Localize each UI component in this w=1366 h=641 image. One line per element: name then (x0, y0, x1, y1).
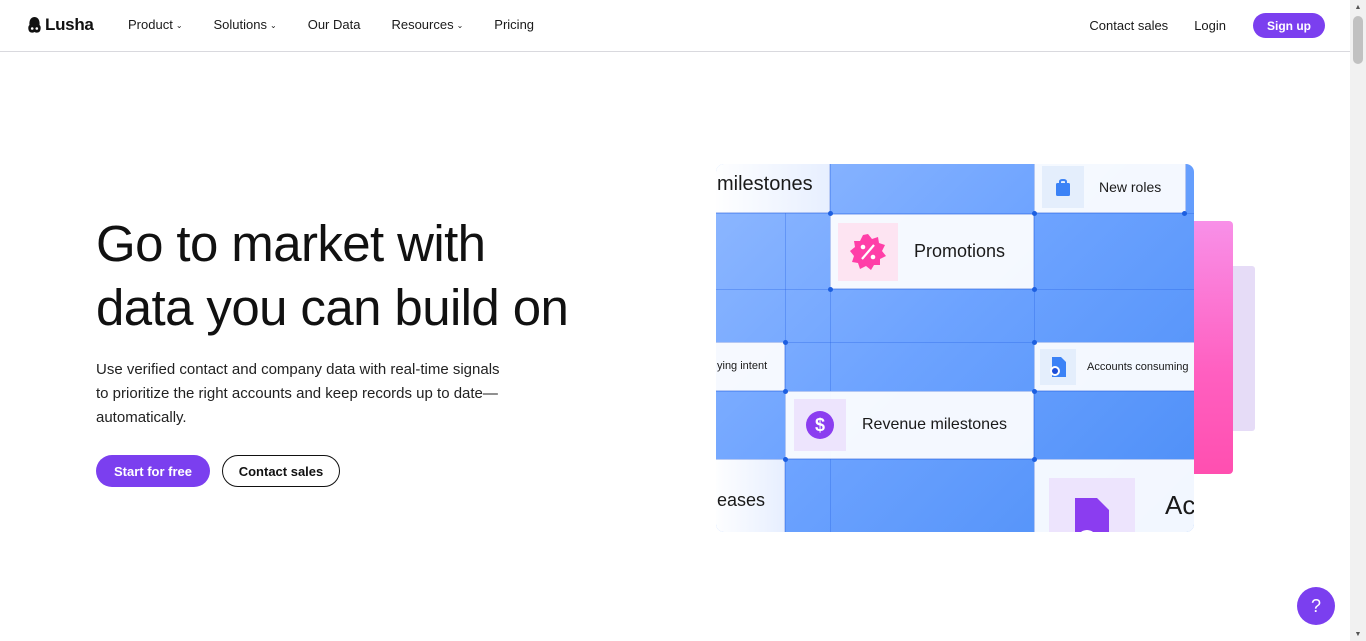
header-actions: Contact sales Login Sign up (1089, 13, 1325, 38)
nav-item-solutions[interactable]: Solutions ⌄ (214, 17, 277, 32)
connector-dot (1032, 211, 1037, 216)
connector-dot (783, 457, 788, 462)
card-label: ying intent (717, 360, 768, 372)
card-label: Accounts consuming (1087, 360, 1189, 373)
scroll-down-arrow-icon[interactable]: ▼ (1350, 627, 1366, 641)
site-header: Lusha Product ⌄ Solutions ⌄ Our Data Res… (0, 0, 1350, 52)
decorative-pink-bar (1190, 221, 1233, 474)
connector-dot (783, 340, 788, 345)
hero-cta-row: Start for free Contact sales (96, 455, 340, 487)
hero-title-line: Go to market with (96, 215, 486, 272)
contact-sales-link[interactable]: Contact sales (1089, 18, 1168, 33)
accounts-large-card: Ac (1034, 459, 1194, 532)
contact-sales-button[interactable]: Contact sales (222, 455, 340, 487)
hero-subtitle-line: Use verified contact and company data wi… (96, 361, 500, 378)
connector-dot (828, 287, 833, 292)
nav-item-pricing[interactable]: Pricing (494, 17, 534, 32)
milestones-card: milestones (716, 164, 830, 213)
releases-card: eases (716, 459, 785, 532)
scroll-up-arrow-icon[interactable]: ▲ (1350, 0, 1366, 14)
card-label: milestones (717, 173, 813, 195)
main-nav: Product ⌄ Solutions ⌄ Our Data Resources… (128, 17, 565, 32)
scrollbar-thumb[interactable] (1353, 16, 1363, 64)
help-button[interactable]: ? (1297, 587, 1335, 625)
dollar-icon: $ (794, 399, 846, 451)
nav-item-label: Product (128, 17, 173, 32)
new-roles-card: New roles (1034, 164, 1186, 213)
connector-dot (1032, 287, 1037, 292)
hero-subtitle-line: automatically. (96, 409, 187, 426)
chevron-down-icon: ⌄ (175, 21, 183, 30)
hero-subtitle-line: to prioritize the right accounts and kee… (96, 385, 498, 402)
lusha-logo[interactable]: Lusha (27, 15, 94, 35)
card-label: Ac (1165, 489, 1194, 520)
connector-dot (1032, 340, 1037, 345)
decorative-lilac-bar (1230, 266, 1255, 431)
login-link[interactable]: Login (1194, 18, 1226, 33)
svg-text:$: $ (815, 415, 825, 435)
nav-item-product[interactable]: Product ⌄ (128, 17, 183, 32)
lusha-logo-icon (28, 17, 41, 33)
hero-title-line: data you can build on (96, 279, 569, 336)
buying-intent-card: ying intent (716, 342, 785, 391)
connector-dot (1032, 389, 1037, 394)
nav-item-label: Our Data (307, 17, 361, 32)
card-label: New roles (1099, 178, 1162, 195)
page-scrollbar[interactable]: ▲ ▼ (1350, 0, 1366, 641)
connector-dot (828, 211, 833, 216)
grid-line (785, 164, 786, 532)
card-label: Revenue milestones (862, 416, 1007, 433)
connector-dot (1182, 211, 1187, 216)
nav-item-label: Solutions (213, 17, 267, 32)
grid-line (716, 289, 1194, 290)
document-view-icon (1040, 348, 1076, 385)
discount-badge-icon (838, 222, 898, 281)
nav-item-our-data[interactable]: Our Data (308, 17, 361, 32)
chevron-down-icon: ⌄ (270, 21, 277, 30)
chevron-down-icon: ⌄ (456, 21, 464, 30)
accounts-consuming-card: Accounts consuming (1034, 342, 1194, 391)
nav-item-resources[interactable]: Resources ⌄ (391, 17, 463, 32)
document-view-icon (1049, 478, 1135, 532)
nav-item-label: Resources (391, 17, 454, 32)
brand-name: Lusha (45, 15, 94, 34)
promotions-card: Promotions (830, 214, 1034, 289)
card-label: eases (717, 490, 766, 510)
signals-visual: milestones New roles Promotions ying int… (716, 164, 1194, 532)
hero-subtitle: Use verified contact and company data wi… (96, 358, 536, 430)
card-label: Promotions (914, 241, 1006, 261)
start-for-free-button[interactable]: Start for free (96, 455, 210, 487)
signup-button[interactable]: Sign up (1253, 13, 1325, 38)
shopping-bag-icon (1042, 165, 1084, 208)
connector-dot (1032, 457, 1037, 462)
connector-dot (783, 389, 788, 394)
revenue-milestones-card: $ Revenue milestones (785, 391, 1034, 459)
hero-title: Go to market with data you can build on (96, 212, 676, 340)
nav-item-label: Pricing (494, 17, 535, 32)
